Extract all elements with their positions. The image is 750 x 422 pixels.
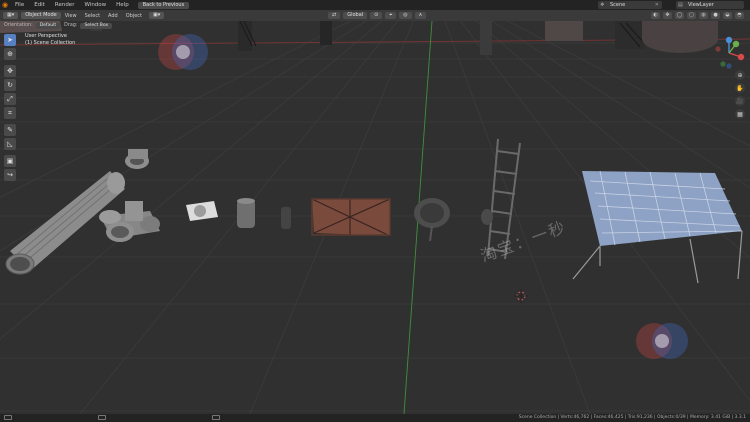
- viewport-info: User Perspective (1) Scene Collection: [25, 33, 75, 47]
- air-conditioner-asset: [186, 201, 218, 221]
- pan-hand-icon[interactable]: ✋: [735, 83, 745, 93]
- gizmo-toggle-icon[interactable]: ✥: [663, 12, 672, 19]
- scene-name: Scene: [610, 2, 626, 8]
- back-to-previous-button[interactable]: Back to Previous: [137, 1, 190, 9]
- overlay-icon[interactable]: ◯: [675, 12, 684, 19]
- proportional-edit-icon[interactable]: ◎: [399, 12, 412, 19]
- move-tool-icon[interactable]: ✥: [4, 65, 16, 77]
- perspective-label: User Perspective: [25, 33, 67, 39]
- collection-label: (1) Scene Collection: [25, 40, 76, 46]
- wooden-panel-asset: [311, 198, 391, 237]
- status-bar: Scene Collection | Verts:46,762 | Faces:…: [0, 414, 750, 422]
- satellite-dish-asset: [414, 198, 450, 242]
- xray-icon[interactable]: ▢: [687, 12, 696, 19]
- cursor-tool-icon[interactable]: ⊕: [4, 48, 16, 60]
- mouse-right-icon: [212, 415, 220, 420]
- header-options-button[interactable]: ▣▾: [149, 12, 165, 19]
- transform-orientation-dropdown[interactable]: Global: [343, 12, 368, 19]
- perspective-toggle-icon[interactable]: ▦: [735, 109, 745, 119]
- close-icon[interactable]: ✕: [655, 1, 659, 9]
- menu-add[interactable]: Add: [104, 13, 122, 19]
- layers-icon: ▤: [678, 2, 683, 8]
- small-dish-asset: [481, 209, 493, 225]
- camera-view-icon[interactable]: 🎥: [735, 96, 745, 106]
- tool-settings-bar: Orientation: Default Drag: Select Box: [0, 21, 135, 30]
- viewport-shading-tools: ◐ ✥ ◯ ▢ ◍ ● ◒ ◓: [651, 12, 744, 19]
- menu-window[interactable]: Window: [79, 2, 111, 8]
- menu-object[interactable]: Object: [122, 13, 146, 19]
- rotate-tool-icon[interactable]: ↻: [4, 79, 16, 91]
- add-cube-tool-icon[interactable]: ▣: [4, 155, 16, 167]
- drag-dropdown[interactable]: Select Box: [80, 22, 113, 29]
- wireframe-shading-icon[interactable]: ◍: [699, 12, 708, 19]
- blender-logo-icon[interactable]: ◉: [0, 0, 10, 10]
- extrude-tool-icon[interactable]: ↪: [4, 169, 16, 181]
- orientation-dropdown[interactable]: Default: [35, 22, 61, 29]
- menu-file[interactable]: File: [10, 2, 29, 8]
- watermark-logo-top: [158, 34, 208, 70]
- annotate-tool-icon[interactable]: ✎: [4, 124, 16, 136]
- status-mouse-hints: [4, 415, 220, 420]
- view-layer-name: ViewLayer: [688, 2, 714, 8]
- solar-panel-rack-asset: [572, 170, 743, 284]
- barrel-asset: [237, 198, 255, 228]
- snap-icon[interactable]: ⌖: [385, 12, 397, 19]
- scale-tool-icon[interactable]: ⤢: [4, 93, 16, 105]
- measure-tool-icon[interactable]: ◺: [4, 138, 16, 150]
- falloff-icon[interactable]: ∧: [414, 12, 427, 19]
- mode-dropdown[interactable]: Object Mode: [21, 12, 61, 19]
- select-tool-icon[interactable]: ➤: [4, 34, 16, 46]
- menu-edit[interactable]: Edit: [29, 2, 50, 8]
- viewport-header: ▦▾ Object Mode View Select Add Object ▣▾…: [0, 10, 750, 21]
- rendered-shading-icon[interactable]: ◓: [735, 12, 744, 19]
- menu-render[interactable]: Render: [50, 2, 80, 8]
- 3d-viewport[interactable]: [0, 21, 750, 414]
- solid-shading-icon[interactable]: ●: [711, 12, 720, 19]
- transform-controls: ⇄ Global ⊙ ⌖ ◎ ∧: [325, 12, 427, 19]
- navigation-buttons: ⊕ ✋ 🎥 ▦: [735, 70, 745, 122]
- gas-cylinder-asset: [281, 207, 291, 229]
- menu-select[interactable]: Select: [81, 13, 104, 19]
- navigation-gizmo[interactable]: [712, 36, 746, 70]
- scene-selector[interactable]: ❖ Scene ✕: [598, 1, 662, 9]
- view-layer-selector[interactable]: ▤ ViewLayer: [676, 1, 744, 9]
- orientation-label: Orientation:: [4, 23, 33, 28]
- mouse-middle-icon: [98, 415, 106, 420]
- editor-type-button[interactable]: ▦▾: [3, 12, 19, 19]
- top-menu-bar: ◉ File Edit Render Window Help Back to P…: [0, 0, 750, 10]
- 3d-cursor[interactable]: [514, 289, 528, 303]
- scene-icon: ❖: [600, 2, 605, 8]
- pivot-point-icon[interactable]: ⊙: [370, 12, 383, 19]
- transform-tool-icon[interactable]: ⌗: [4, 107, 16, 119]
- visibility-icon[interactable]: ◐: [651, 12, 660, 19]
- pipe-assets: [5, 149, 160, 275]
- transform-orientation-icon[interactable]: ⇄: [328, 12, 341, 19]
- scene-statistics: Scene Collection | Verts:46,762 | Faces:…: [518, 415, 746, 420]
- menu-help[interactable]: Help: [111, 2, 134, 8]
- drag-label: Drag:: [64, 23, 78, 28]
- zoom-icon[interactable]: ⊕: [735, 70, 745, 80]
- material-shading-icon[interactable]: ◒: [723, 12, 732, 19]
- mouse-left-icon: [4, 415, 12, 420]
- tool-shelf: ➤ ⊕ ✥ ↻ ⤢ ⌗ ✎ ◺ ▣ ↪: [4, 34, 17, 183]
- watermark-logo-bottom: [636, 323, 688, 359]
- menu-view[interactable]: View: [61, 13, 81, 19]
